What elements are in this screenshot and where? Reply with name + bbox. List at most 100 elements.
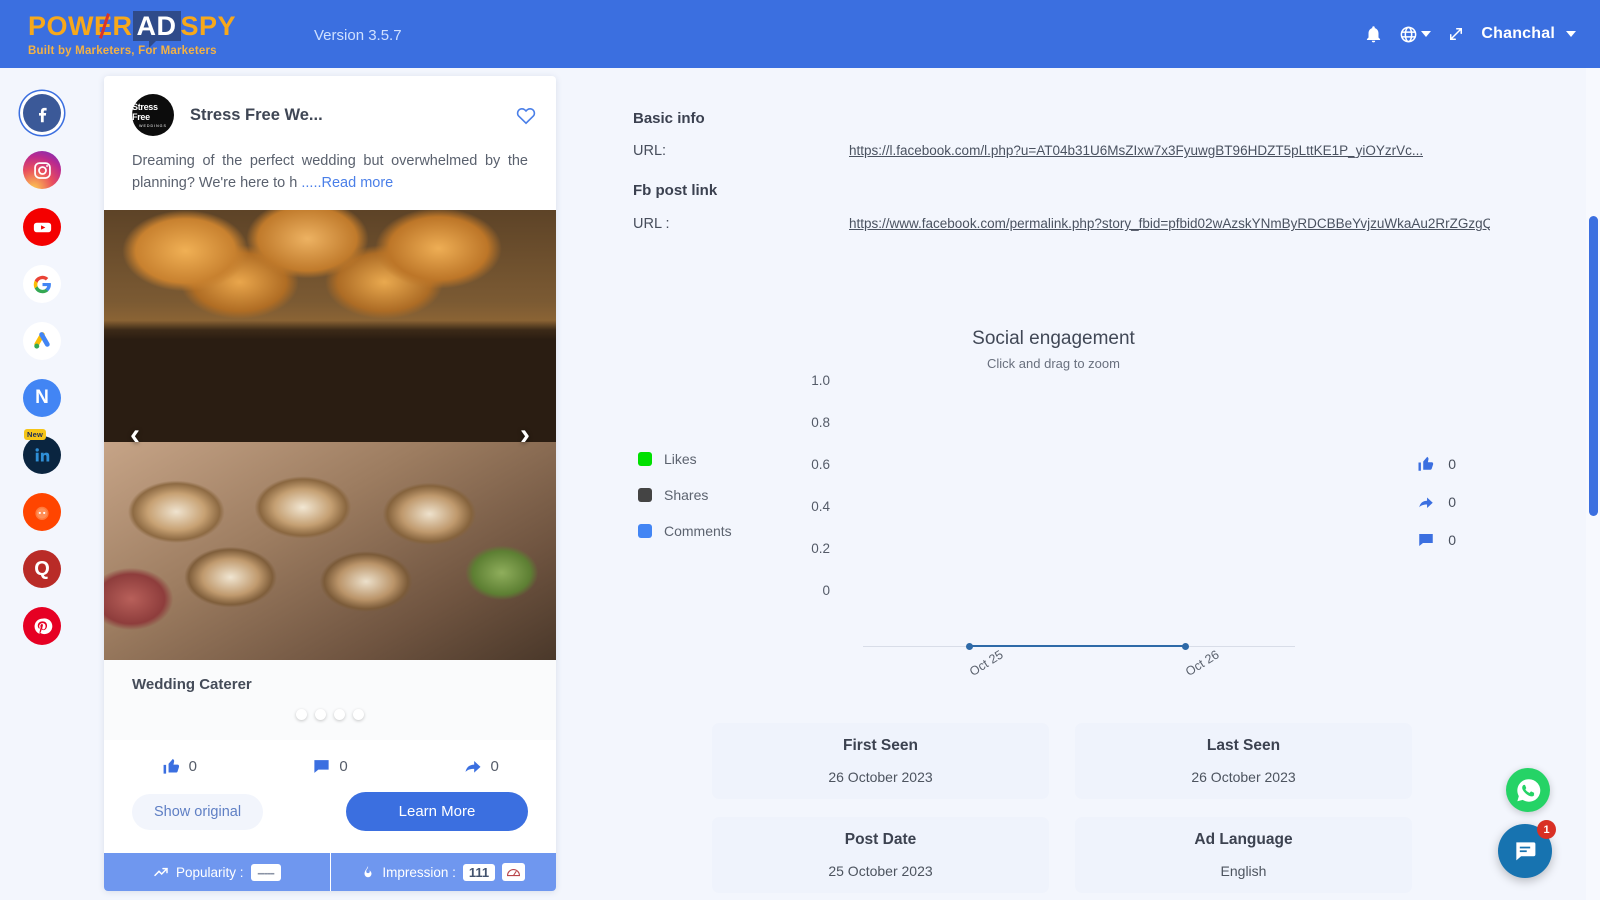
sidebar-item-google-ads[interactable] — [23, 322, 61, 360]
info-label: Last Seen — [1206, 737, 1281, 754]
sidebar-item-facebook[interactable] — [23, 94, 61, 132]
carousel-next-icon[interactable]: › — [520, 418, 530, 452]
chevron-down-icon — [1421, 31, 1432, 37]
info-label: Post Date — [844, 831, 917, 848]
engagement-comments: 0 — [1417, 531, 1456, 549]
chat-bubble-icon[interactable]: 1 — [1498, 820, 1556, 878]
version-label: Version 3.5.7 — [314, 26, 402, 44]
legend-swatch-likes — [638, 452, 652, 466]
avatar-line-2: WEDDINGS — [139, 124, 167, 128]
sidebar-item-google[interactable] — [23, 265, 61, 303]
ad-metrics-bar: Popularity : ----- Impression : 111 — [104, 853, 557, 892]
show-original-button[interactable]: Show original — [132, 793, 264, 830]
ad-share-stat: 0 — [405, 756, 556, 776]
info-value: 26 October 2023 — [828, 769, 933, 785]
logo-speech-tail — [149, 39, 158, 48]
carousel-dot[interactable] — [334, 709, 345, 721]
chart-data-point[interactable] — [966, 642, 973, 650]
chevron-down-icon — [1566, 31, 1576, 37]
carousel-dot[interactable] — [315, 709, 326, 721]
info-card-ad-language: Ad Language English — [1075, 817, 1412, 893]
ad-action-row: Show original Learn More — [104, 786, 556, 854]
creative-layer-top — [104, 210, 556, 451]
y-tick: 0.2 — [811, 541, 830, 556]
ad-creative-image[interactable]: ‹ › — [104, 210, 556, 661]
impression-metric[interactable]: Impression : 111 — [329, 853, 557, 892]
chart-title: Social engagement — [972, 328, 1135, 349]
ad-headline: Wedding Caterer — [132, 676, 252, 694]
ad-info-grid: First Seen 26 October 2023 Last Seen 26 … — [712, 723, 1412, 893]
basic-info-title: Basic info — [633, 110, 705, 127]
basic-url-value[interactable]: https://l.facebook.com/l.php?u=AT04b31U6… — [849, 143, 1423, 158]
basic-info-card: Basic info URL: https://l.facebook.com/l… — [615, 85, 1492, 260]
thumbs-up-icon — [1418, 456, 1434, 471]
chart-legend: Likes Shares Comments — [638, 451, 732, 559]
sidebar-item-native[interactable]: N — [23, 379, 61, 417]
logo-power-text: POWER — [28, 11, 133, 41]
ad-preview-card: Stress Free WEDDINGS Stress Free We... D… — [104, 76, 557, 892]
username-label: Chanchal — [1481, 25, 1555, 42]
engagement-share-count: 0 — [1448, 494, 1456, 510]
fb-url-value[interactable]: https://www.facebook.com/permalink.php?s… — [849, 216, 1490, 231]
share-arrow-icon — [465, 761, 480, 773]
chart-subtitle: Click and drag to zoom — [987, 356, 1120, 371]
user-menu[interactable]: Chanchal — [1481, 25, 1576, 43]
ad-like-count: 0 — [188, 757, 197, 775]
sidebar-item-quora[interactable]: Q — [23, 550, 61, 588]
social-engagement-chart: Social engagement Click and drag to zoom… — [615, 313, 1492, 688]
chart-plot-area[interactable]: Oct 25 Oct 26 — [863, 373, 1295, 679]
carousel-dots — [132, 709, 528, 721]
engagement-shares: 0 — [1417, 493, 1456, 511]
y-tick: 1.0 — [811, 373, 830, 388]
comment-icon — [314, 759, 329, 773]
info-card-first-seen: First Seen 26 October 2023 — [712, 723, 1049, 799]
language-selector[interactable] — [1399, 25, 1432, 44]
info-value: 25 October 2023 — [828, 863, 933, 879]
read-more-link[interactable]: .....Read more — [301, 175, 393, 191]
legend-item-shares[interactable]: Shares — [638, 487, 732, 503]
carousel-dot[interactable] — [353, 709, 364, 721]
app-logo[interactable]: POWER AD SPY Built by Marketers, For Marke… — [28, 11, 248, 57]
info-value: English — [1220, 863, 1267, 879]
info-label: Ad Language — [1194, 831, 1293, 848]
logo-tagline: Built by Marketers, For Marketers — [28, 45, 217, 57]
page-scrollbar-track[interactable] — [1586, 68, 1600, 900]
popularity-value: ----- — [250, 863, 281, 881]
legend-item-comments[interactable]: Comments — [638, 523, 732, 539]
sidebar-item-pinterest[interactable] — [23, 607, 61, 645]
thumbs-up-icon — [163, 758, 179, 774]
basic-url-row: URL: https://l.facebook.com/l.php?u=AT04… — [633, 143, 1478, 159]
sidebar-item-youtube[interactable] — [23, 208, 61, 246]
sidebar-item-instagram[interactable] — [23, 151, 61, 189]
carousel-prev-icon[interactable]: ‹ — [130, 418, 140, 452]
logo-spy-text: SPY — [180, 11, 237, 41]
advertiser-avatar[interactable]: Stress Free WEDDINGS — [132, 94, 174, 136]
ad-share-count: 0 — [490, 757, 499, 775]
basic-url-label: URL: — [633, 143, 667, 159]
y-tick: 0.4 — [811, 499, 830, 514]
sidebar-item-linkedin[interactable]: New — [23, 429, 61, 474]
new-badge: New — [24, 429, 47, 440]
popularity-metric[interactable]: Popularity : ----- — [104, 853, 330, 891]
whatsapp-icon[interactable] — [1506, 768, 1550, 812]
y-tick: 0.8 — [811, 415, 830, 430]
sidebar-item-reddit[interactable] — [23, 493, 61, 531]
advertiser-name[interactable]: Stress Free We... — [190, 106, 514, 125]
heart-icon[interactable] — [514, 103, 538, 127]
impression-value: 111 — [462, 863, 496, 881]
page-scrollbar-thumb[interactable] — [1589, 216, 1598, 516]
chart-data-point[interactable] — [1182, 642, 1189, 650]
carousel-dot[interactable] — [296, 709, 307, 721]
chart-series-line-comments — [969, 644, 1185, 647]
learn-more-button[interactable]: Learn More — [346, 792, 528, 832]
gauge-icon[interactable] — [502, 863, 526, 882]
ad-comment-count: 0 — [339, 757, 348, 775]
info-label: First Seen — [843, 737, 918, 754]
bell-icon[interactable] — [1364, 25, 1383, 44]
legend-item-likes[interactable]: Likes — [638, 451, 732, 467]
fb-url-label: URL : — [633, 216, 670, 232]
expand-icon[interactable] — [1447, 25, 1465, 43]
legend-label-shares: Shares — [664, 487, 709, 503]
fb-url-row: URL : https://www.facebook.com/permalink… — [633, 216, 1493, 232]
x-tick: Oct 25 — [967, 647, 1006, 679]
